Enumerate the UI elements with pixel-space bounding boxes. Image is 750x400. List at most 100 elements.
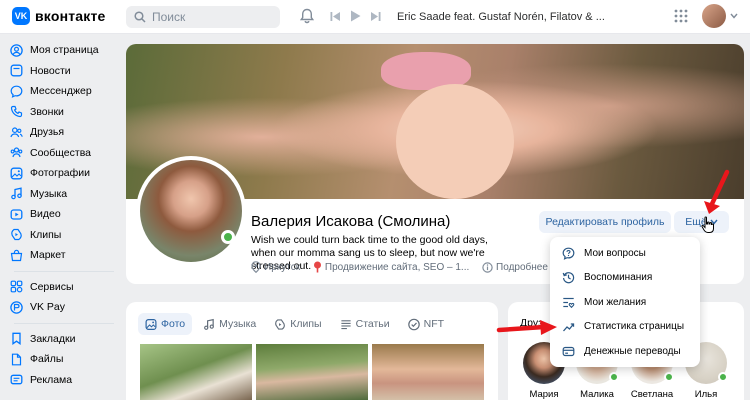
search-icon <box>134 11 146 23</box>
info-icon <box>482 261 493 273</box>
sidebar-item[interactable]: VK Pay <box>10 297 120 318</box>
sidebar-item-label: Моя страница <box>30 44 99 57</box>
sidebar-item[interactable]: Звонки <box>10 102 120 123</box>
file-icon <box>10 353 23 366</box>
media-tab-label: Фото <box>161 318 186 330</box>
bell-icon[interactable] <box>300 8 314 24</box>
media-tab[interactable]: NFT <box>401 313 451 335</box>
dropdown-item[interactable]: Статистика страницы <box>550 315 700 340</box>
dropdown-item[interactable]: Мои вопросы <box>550 241 700 266</box>
video-icon <box>10 208 23 221</box>
ads-icon <box>10 373 23 386</box>
sidebar-item[interactable]: Фотографии <box>10 163 120 184</box>
dropdown-item-label: Мои желания <box>584 296 647 308</box>
sidebar-item-label: Файлы <box>30 353 64 366</box>
dropdown-item-label: Воспоминания <box>584 272 653 284</box>
media-tab[interactable]: Фото <box>138 313 193 335</box>
dropdown-item[interactable]: Денежные переводы <box>550 339 700 364</box>
vk-logo-mark: VK <box>12 7 30 25</box>
sidebar-item[interactable]: Сервисы <box>10 277 120 298</box>
annotation-arrow-right-icon <box>496 320 557 335</box>
sidebar-item[interactable]: Видео <box>10 204 120 225</box>
photo-thumbnail[interactable] <box>256 344 368 400</box>
online-status-dot <box>609 372 619 382</box>
dropdown-item-label: Статистика страницы <box>584 321 685 333</box>
sidebar-item[interactable]: Клипы <box>10 225 120 246</box>
play-icon[interactable] <box>350 10 361 22</box>
nft-icon <box>407 318 420 331</box>
sidebar-item[interactable]: Маркет <box>10 245 120 266</box>
sidebar-services-group: Сервисы VK Pay <box>10 277 120 318</box>
meta-separator <box>305 262 308 273</box>
photo-thumbnail[interactable] <box>372 344 484 400</box>
mouse-cursor-icon <box>701 216 714 233</box>
friend-name: Светлана <box>630 389 674 400</box>
apps-grid-icon[interactable] <box>674 9 688 23</box>
top-header: VK вконтакте Eric Saade feat. Gustaf Nor… <box>0 0 750 34</box>
sidebar-item-label: Видео <box>30 208 61 221</box>
vkpay-icon <box>10 301 23 314</box>
sidebar-item[interactable]: Новости <box>10 61 120 82</box>
photo-icon <box>145 318 157 330</box>
dropdown-item-label: Мои вопросы <box>584 247 646 259</box>
location-pin-icon <box>251 261 261 273</box>
chevron-down-icon[interactable] <box>730 13 738 19</box>
media-tab[interactable]: Клипы <box>267 313 328 335</box>
dropdown-item[interactable]: Мои желания <box>550 290 700 315</box>
sidebar-extra-group: Закладки Файлы Реклама <box>10 329 120 391</box>
money-transfer-icon <box>562 345 575 358</box>
friend-name: Мария <box>529 389 559 400</box>
sidebar-item[interactable]: Музыка <box>10 184 120 205</box>
sidebar-item-label: Сервисы <box>30 280 74 293</box>
sidebar-item-label: Мессенджер <box>30 85 92 98</box>
profile-work[interactable]: Продвижение сайта, SEO – 1... <box>313 261 469 273</box>
sidebar-item[interactable]: Реклама <box>10 370 120 391</box>
user-avatar[interactable] <box>702 4 726 28</box>
next-track-icon[interactable] <box>370 11 381 22</box>
sidebar-item[interactable]: Файлы <box>10 349 120 370</box>
sidebar-item[interactable]: Моя страница <box>10 40 120 61</box>
sidebar-item-label: Новости <box>30 64 71 77</box>
sidebar-item-label: Друзья <box>30 126 65 139</box>
statistics-icon <box>562 320 575 333</box>
sidebar-item[interactable]: Закладки <box>10 329 120 350</box>
sidebar-item-label: Звонки <box>30 105 64 118</box>
music-icon <box>10 187 23 200</box>
search-input[interactable] <box>152 10 272 24</box>
communities-icon <box>10 146 23 159</box>
sidebar-item-label: Маркет <box>30 249 66 262</box>
articles-icon <box>340 318 352 330</box>
sidebar-item[interactable]: Мессенджер <box>10 81 120 102</box>
vk-logo-text: вконтакте <box>35 8 106 24</box>
annotation-arrow-down-icon <box>704 169 730 214</box>
media-tab-label: NFT <box>423 318 445 330</box>
services-icon <box>10 280 23 293</box>
media-tab-label: Статьи <box>355 318 390 330</box>
audio-player <box>330 10 381 22</box>
now-playing-track[interactable]: Eric Saade feat. Gustaf Norén, Filatov &… <box>397 11 605 23</box>
media-tab[interactable]: Статьи <box>333 313 397 335</box>
photo-thumbnail[interactable] <box>140 344 252 400</box>
edit-profile-button[interactable]: Редактировать профиль <box>539 211 671 233</box>
sidebar-item[interactable]: Друзья <box>10 122 120 143</box>
newsfeed-icon <box>10 64 23 77</box>
sidebar-item-label: Сообщества <box>30 146 91 159</box>
dropdown-item-label: Денежные переводы <box>584 345 681 357</box>
dropdown-item[interactable]: Воспоминания <box>550 266 700 291</box>
market-icon <box>10 249 23 262</box>
sidebar-item[interactable]: Сообщества <box>10 143 120 164</box>
profile-avatar[interactable] <box>136 156 246 266</box>
profile-city[interactable]: Иркутск <box>251 261 300 273</box>
sidebar-divider <box>14 322 114 324</box>
previous-track-icon[interactable] <box>330 11 341 22</box>
media-tab[interactable]: Музыка <box>196 313 263 335</box>
vk-logo[interactable]: VK вконтакте <box>12 7 106 25</box>
profile-name: Валерия Исакова (Смолина) <box>251 213 451 230</box>
cover-baby-face-shape <box>396 84 514 199</box>
search-box[interactable] <box>126 6 280 28</box>
media-tabs: Фото Музыка Клипы Статьи NFT <box>138 313 451 335</box>
sidebar-item-label: Реклама <box>30 373 73 386</box>
friend-name: Малика <box>580 389 614 400</box>
message-icon <box>10 85 23 98</box>
profile-more-info[interactable]: Подробнее <box>482 262 548 273</box>
